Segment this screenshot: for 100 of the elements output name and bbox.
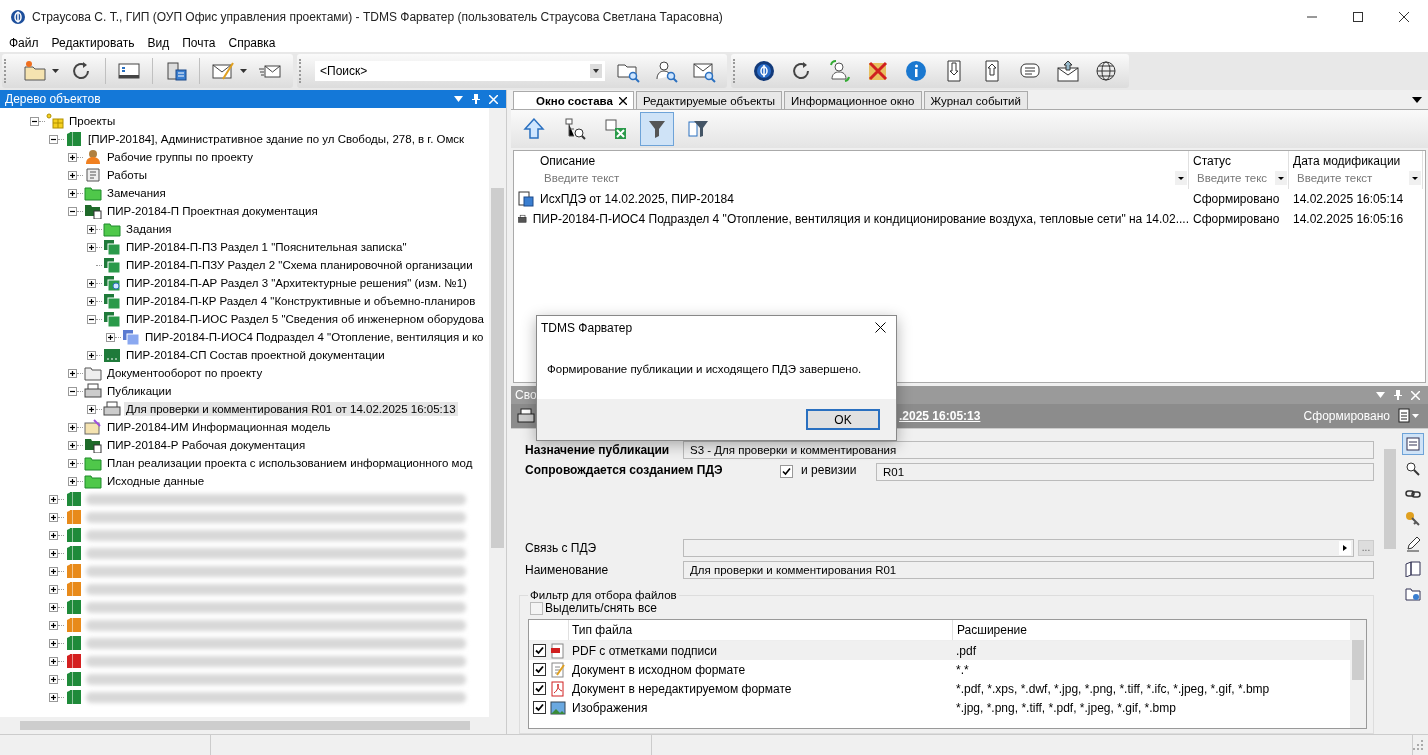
tree-item[interactable]: Замечания — [105, 186, 168, 200]
search-combobox[interactable]: <Поиск> — [315, 61, 605, 81]
tree-item[interactable]: ПИР-20184-П-ПЗ Раздел 1 "Пояснительная записка" — [124, 240, 409, 254]
expand-toggle[interactable] — [68, 458, 77, 468]
checkbox[interactable] — [533, 682, 546, 695]
expand-toggle[interactable] — [49, 530, 58, 540]
expand-toggle[interactable] — [49, 548, 58, 558]
column-header[interactable]: Дата модификации — [1293, 151, 1422, 169]
menu-item[interactable]: Файл — [3, 35, 46, 50]
users-sync-icon[interactable] — [828, 59, 852, 83]
tree-item[interactable]: ПИР-20184-П-АР Раздел 3 "Архитектурные решения" (изм. №1) — [124, 276, 469, 290]
expand-toggle[interactable] — [49, 692, 58, 702]
scrollbar[interactable] — [0, 717, 506, 734]
dropdown-caret-icon[interactable] — [1175, 171, 1187, 185]
filter-button[interactable] — [640, 112, 674, 146]
tree-item[interactable]: ПИР-20184-Р Рабочая документация — [105, 438, 308, 452]
purpose-field[interactable]: S3 - Для проверки и комментирования — [683, 441, 1374, 459]
dropdown-caret-icon[interactable] — [240, 69, 247, 73]
dropdown-caret-icon[interactable] — [1409, 171, 1421, 185]
user-search-icon[interactable] — [654, 59, 678, 83]
tree-item[interactable]: ПИР-20184-П-ПЗУ Раздел 2 "Схема планировочной организации — [124, 258, 475, 272]
tree-item[interactable]: [ПИР-20184], Административное здание по ул Свободы, 278, в г. Омск — [86, 132, 467, 146]
scrollbar[interactable] — [489, 108, 506, 717]
collapse-toggle[interactable] — [49, 134, 58, 144]
checkbox[interactable] — [780, 465, 793, 478]
collapse-toggle[interactable] — [68, 206, 77, 216]
browse-button[interactable]: ... — [1358, 540, 1374, 556]
dropdown-caret-icon[interactable] — [52, 69, 59, 73]
expand-toggle[interactable] — [68, 368, 77, 378]
tree-item[interactable]: Исходные данные — [105, 474, 207, 488]
tree-item[interactable]: ПИР-20184-П Проектная документация — [105, 204, 320, 218]
tree-item[interactable]: Рабочие группы по проекту — [105, 150, 256, 164]
cross-icon[interactable] — [866, 59, 890, 83]
expand-toggle[interactable] — [49, 566, 58, 576]
tree-item[interactable]: ПИР-20184-СП Состав проектной документации — [124, 348, 387, 362]
expand-toggle[interactable] — [87, 350, 96, 360]
tree-item[interactable]: ПИР-20184-П-ИОС4 Подраздел 4 "Отопление, вентиляция и ко — [143, 330, 486, 344]
dropdown-caret-icon[interactable] — [1275, 171, 1287, 185]
expand-toggle[interactable] — [68, 152, 77, 162]
report-menu-icon[interactable] — [1398, 408, 1420, 424]
column-header[interactable]: Статус — [1193, 151, 1288, 169]
tree-item[interactable]: Для проверки и комментирования R01 от 14.02.2025 16:05:13 — [124, 402, 458, 416]
tree-item[interactable]: План реализации проекта с использованием информационного мод — [105, 456, 475, 470]
expand-toggle[interactable] — [49, 620, 58, 630]
menu-item[interactable]: Редактировать — [45, 35, 142, 50]
tab[interactable]: Журнал событий — [923, 91, 1028, 109]
collapse-toggle[interactable] — [68, 386, 77, 396]
name-field[interactable]: Для проверки и комментирования R01 — [683, 561, 1374, 579]
close-icon[interactable] — [875, 322, 886, 333]
tree-item[interactable]: Задания — [124, 222, 174, 236]
expand-toggle[interactable] — [68, 440, 77, 450]
expand-toggle[interactable] — [87, 296, 96, 306]
expand-toggle[interactable] — [68, 422, 77, 432]
close-icon[interactable] — [618, 96, 627, 105]
resize-grip-icon[interactable] — [1413, 740, 1423, 750]
ok-button[interactable]: OK — [806, 409, 880, 430]
expand-toggle[interactable] — [106, 332, 115, 342]
tree-item[interactable]: ПИР-20184-П-ИОС Раздел 5 "Сведения об инженерном оборудова — [124, 312, 486, 326]
close-icon[interactable] — [1398, 10, 1410, 23]
dropdown-caret-icon[interactable] — [1412, 96, 1422, 103]
tree-item[interactable]: ПИР-20184-ИМ Информационная модель — [105, 420, 333, 434]
tab[interactable]: Редактируемые объекты — [635, 91, 783, 109]
info-icon[interactable] — [904, 59, 928, 83]
column-header[interactable]: Тип файла — [569, 620, 953, 640]
checkbox[interactable] — [533, 701, 546, 714]
expand-toggle[interactable] — [49, 674, 58, 684]
collapse-toggle[interactable] — [87, 314, 96, 324]
expand-toggle[interactable] — [68, 188, 77, 198]
checkbox[interactable] — [533, 663, 546, 676]
pin-icon[interactable] — [1394, 390, 1402, 400]
tree-item[interactable]: Публикации — [105, 384, 174, 398]
column-header[interactable]: Описание — [540, 151, 1188, 169]
checkbox[interactable] — [530, 601, 543, 615]
expand-toggle[interactable] — [49, 638, 58, 648]
globe-icon[interactable] — [1094, 59, 1118, 83]
menu-item[interactable]: Вид — [141, 35, 177, 50]
expand-toggle[interactable] — [49, 494, 58, 504]
tree-item[interactable]: ПИР-20184-П-КР Раздел 4 "Конструктивные и объемно-планиров — [124, 294, 478, 308]
expand-toggle[interactable] — [87, 242, 96, 252]
new-folder-icon[interactable] — [23, 59, 47, 83]
checkbox-label[interactable]: Выделить/снять все — [545, 601, 657, 615]
expand-toggle[interactable] — [49, 602, 58, 612]
tab[interactable]: Окно состава — [513, 91, 634, 109]
column-header[interactable]: Расширение — [953, 623, 1027, 637]
expand-toggle[interactable] — [87, 224, 96, 234]
maximize-icon[interactable] — [1352, 10, 1364, 23]
tree-item[interactable]: Работы — [105, 168, 149, 182]
revision-field[interactable]: R01 — [876, 463, 1374, 481]
tab[interactable]: Информационное окно — [784, 91, 922, 109]
checkbox[interactable] — [533, 644, 546, 657]
expand-toggle[interactable] — [49, 512, 58, 522]
mail-upload-icon[interactable] — [1056, 59, 1080, 83]
expand-toggle[interactable] — [87, 278, 96, 288]
expand-toggle[interactable] — [68, 170, 77, 180]
tree-item[interactable]: Проекты — [67, 114, 118, 128]
menu-item[interactable]: Почта — [176, 35, 223, 50]
tree-item[interactable]: Документооборот по проекту — [105, 366, 265, 380]
play-icon[interactable] — [1339, 541, 1351, 555]
book-button[interactable] — [1402, 558, 1424, 580]
expand-toggle[interactable] — [49, 584, 58, 594]
